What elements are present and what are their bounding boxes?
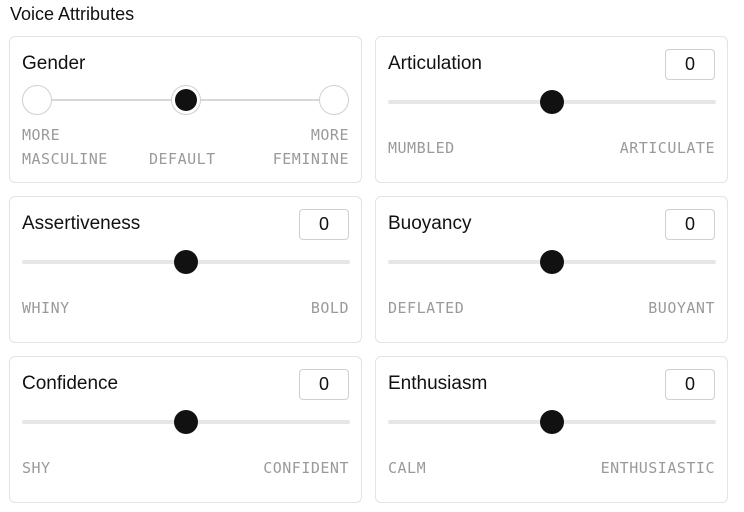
confidence-title: Confidence	[22, 373, 119, 394]
gender-option-feminine[interactable]	[319, 85, 349, 115]
articulation-right-label: ARTICULATE	[619, 139, 715, 157]
voice-attributes-panel: Voice Attributes Gender MORE MASCULINE D…	[0, 0, 744, 512]
buoyancy-title: Buoyancy	[388, 213, 472, 234]
gender-label-feminine-line2: FEMININE	[272, 150, 349, 168]
confidence-slider-track[interactable]	[22, 410, 350, 434]
enthusiasm-value-input[interactable]: 0	[665, 369, 715, 400]
buoyancy-value-input[interactable]: 0	[665, 209, 715, 240]
enthusiasm-left-label: CALM	[388, 459, 427, 477]
gender-label-masculine-line1: MORE	[22, 126, 61, 144]
articulation-card: Articulation 0 MUMBLED ARTICULATE	[375, 36, 728, 183]
enthusiasm-title: Enthusiasm	[388, 373, 488, 394]
buoyancy-card: Buoyancy 0 DEFLATED BUOYANT	[375, 196, 728, 343]
confidence-right-label: CONFIDENT	[263, 459, 349, 477]
assertiveness-card: Assertiveness 0 WHINY BOLD	[9, 196, 362, 343]
gender-label-default: DEFAULT	[149, 150, 216, 168]
articulation-slider-thumb[interactable]	[540, 90, 564, 114]
enthusiasm-right-label: ENTHUSIASTIC	[600, 459, 715, 477]
gender-option-masculine[interactable]	[22, 85, 52, 115]
buoyancy-left-label: DEFLATED	[388, 299, 465, 317]
confidence-card: Confidence 0 SHY CONFIDENT	[9, 356, 362, 503]
buoyancy-slider-thumb[interactable]	[540, 250, 564, 274]
confidence-left-label: SHY	[22, 459, 51, 477]
enthusiasm-slider-track[interactable]	[388, 410, 716, 434]
gender-card: Gender MORE MASCULINE DEFAULT MORE FEMIN…	[9, 36, 362, 183]
enthusiasm-card: Enthusiasm 0 CALM ENTHUSIASTIC	[375, 356, 728, 503]
assertiveness-slider-thumb[interactable]	[174, 250, 198, 274]
articulation-left-label: MUMBLED	[388, 139, 455, 157]
assertiveness-value-input[interactable]: 0	[299, 209, 349, 240]
articulation-slider-track[interactable]	[388, 90, 716, 114]
assertiveness-title: Assertiveness	[22, 213, 141, 234]
buoyancy-right-label: BUOYANT	[648, 299, 715, 317]
assertiveness-left-label: WHINY	[22, 299, 70, 317]
gender-option-default[interactable]	[171, 85, 201, 115]
articulation-value-input[interactable]: 0	[665, 49, 715, 80]
assertiveness-slider-track[interactable]	[22, 250, 350, 274]
articulation-title: Articulation	[388, 53, 482, 74]
confidence-value-input[interactable]: 0	[299, 369, 349, 400]
assertiveness-right-label: BOLD	[310, 299, 349, 317]
enthusiasm-slider-thumb[interactable]	[540, 410, 564, 434]
gender-label-masculine-line2: MASCULINE	[22, 150, 108, 168]
buoyancy-slider-track[interactable]	[388, 250, 716, 274]
confidence-slider-thumb[interactable]	[174, 410, 198, 434]
gender-label-feminine-line1: MORE	[310, 126, 349, 144]
section-title: Voice Attributes	[10, 4, 135, 24]
gender-title: Gender	[22, 53, 86, 74]
